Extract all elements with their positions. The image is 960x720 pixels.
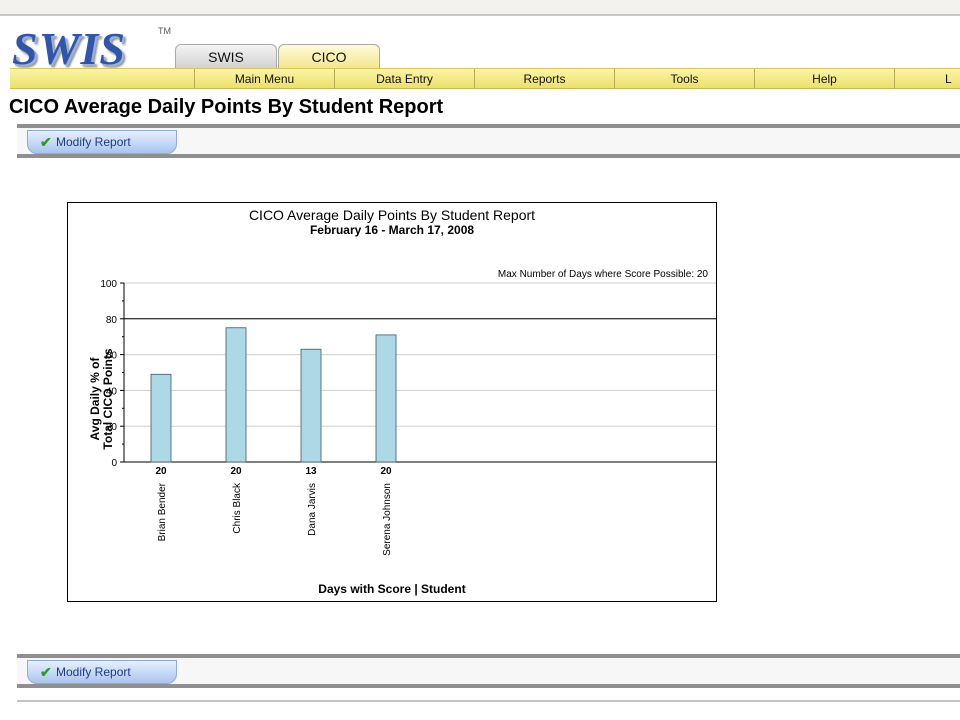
modify-report-label: Modify Report [56,135,131,149]
modify-report-button[interactable]: ✔ Modify Report [27,130,177,154]
x-axis-label: Days with Score | Student [318,582,466,596]
y-tick-label: 20 [106,422,118,433]
days-with-score-label: 13 [305,466,317,477]
checkmark-icon: ✔ [40,664,52,680]
nav-help[interactable]: Help [754,69,894,89]
nav-main-menu[interactable]: Main Menu [194,69,334,89]
days-with-score-label: 20 [230,466,242,477]
student-name-label: Serena Johnson [382,483,393,556]
modify-report-button-bottom[interactable]: ✔ Modify Report [27,660,177,684]
tab-swis[interactable]: SWIS [175,44,277,69]
page-bottom-divider [17,700,960,702]
student-name-label: Brian Bender [157,482,168,541]
report-toolbar-bottom: ✔ Modify Report [17,654,960,688]
nav-data-entry[interactable]: Data Entry [334,69,474,89]
bar-chart-plot: 0 20 40 60 80 100 20 Brian Bender 20 Chris Black 1… [100,279,716,556]
y-tick-label: 100 [100,279,117,290]
nav-reports[interactable]: Reports [474,69,614,89]
browser-toolbar-strip [0,0,960,16]
trademark-mark: TM [158,26,171,36]
bar [150,373,172,463]
y-tick-label: 0 [111,458,117,469]
nav-tools[interactable]: Tools [614,69,754,89]
main-navbar: Main Menu Data Entry Reports Tools Help … [10,68,960,89]
modify-report-label: Modify Report [56,665,131,679]
report-toolbar-top: ✔ Modify Report [17,124,960,158]
chart-container: CICO Average Daily Points By Student Rep… [67,202,717,602]
page-title: CICO Average Daily Points By Student Rep… [9,96,444,118]
days-with-score-label: 20 [380,466,392,477]
y-tick-label: 40 [106,386,118,397]
nav-logout-partial[interactable]: L [894,69,960,89]
checkmark-icon: ✔ [40,134,52,150]
bar [375,334,397,463]
bar [225,327,247,463]
days-with-score-label: 20 [155,466,167,477]
y-tick-label: 60 [106,351,118,362]
tab-cico[interactable]: CICO [278,44,380,69]
student-name-label: Chris Black [232,482,243,534]
bar [300,348,322,463]
y-tick-label: 80 [106,315,118,326]
student-name-label: Dana Jarvis [307,483,318,536]
